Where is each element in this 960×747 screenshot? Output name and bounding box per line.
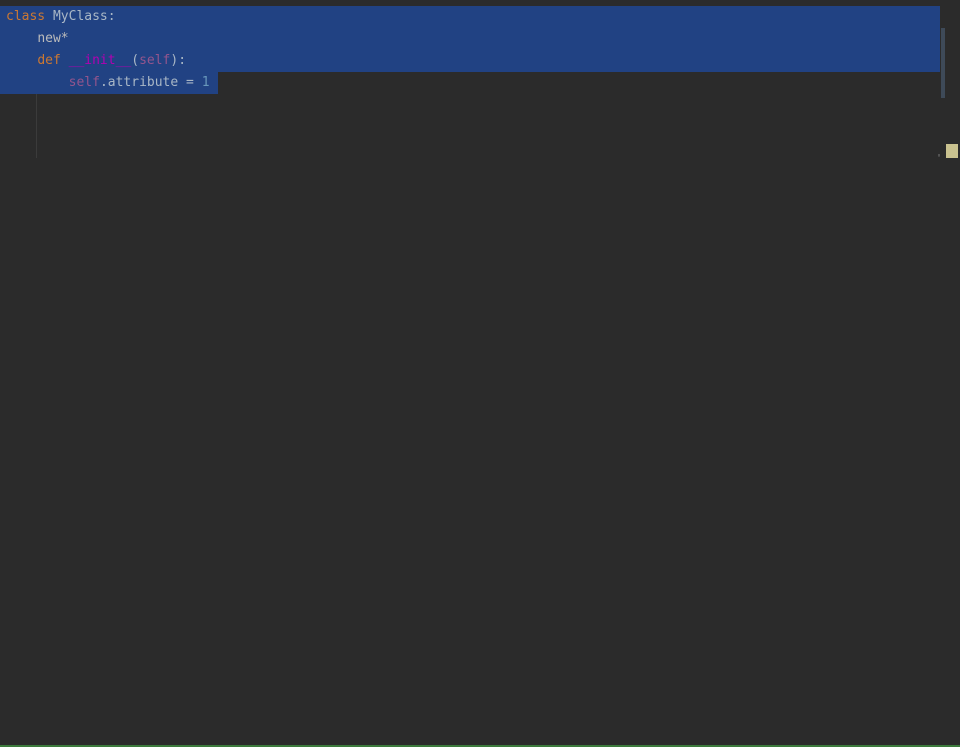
class-name: MyClass (53, 9, 108, 24)
selection-highlight (0, 6, 940, 28)
scrollbar-selection-marker (941, 28, 945, 98)
lparen: ( (131, 53, 139, 68)
equals-op: = (178, 75, 201, 90)
colon: : (108, 9, 116, 24)
code-editor[interactable]: class MyClass: new* def __init__(self): … (0, 0, 960, 747)
indent-guide (36, 94, 37, 158)
vertical-scrollbar[interactable]: ' (946, 0, 960, 747)
param-self: self (139, 53, 170, 68)
dunder-init: __init__ (69, 53, 132, 68)
caret-tick: ' (936, 148, 942, 170)
caret-marker[interactable] (946, 144, 958, 158)
code-line[interactable]: new* (6, 28, 69, 50)
code-line[interactable]: self.attribute = 1 (6, 72, 210, 94)
selection-highlight (0, 28, 940, 50)
keyword-class: class (6, 9, 45, 24)
code-line[interactable]: def __init__(self): (6, 50, 186, 72)
new-text: new* (37, 31, 68, 46)
editor-gutter[interactable] (0, 0, 6, 747)
ref-self: self (69, 75, 100, 90)
code-container: class MyClass: new* def __init__(self): … (0, 0, 960, 747)
rparen-colon: ): (170, 53, 186, 68)
number-literal: 1 (202, 75, 210, 90)
attribute-ref: .attribute (100, 75, 178, 90)
code-line[interactable]: class MyClass: (6, 6, 116, 28)
keyword-def: def (37, 53, 60, 68)
